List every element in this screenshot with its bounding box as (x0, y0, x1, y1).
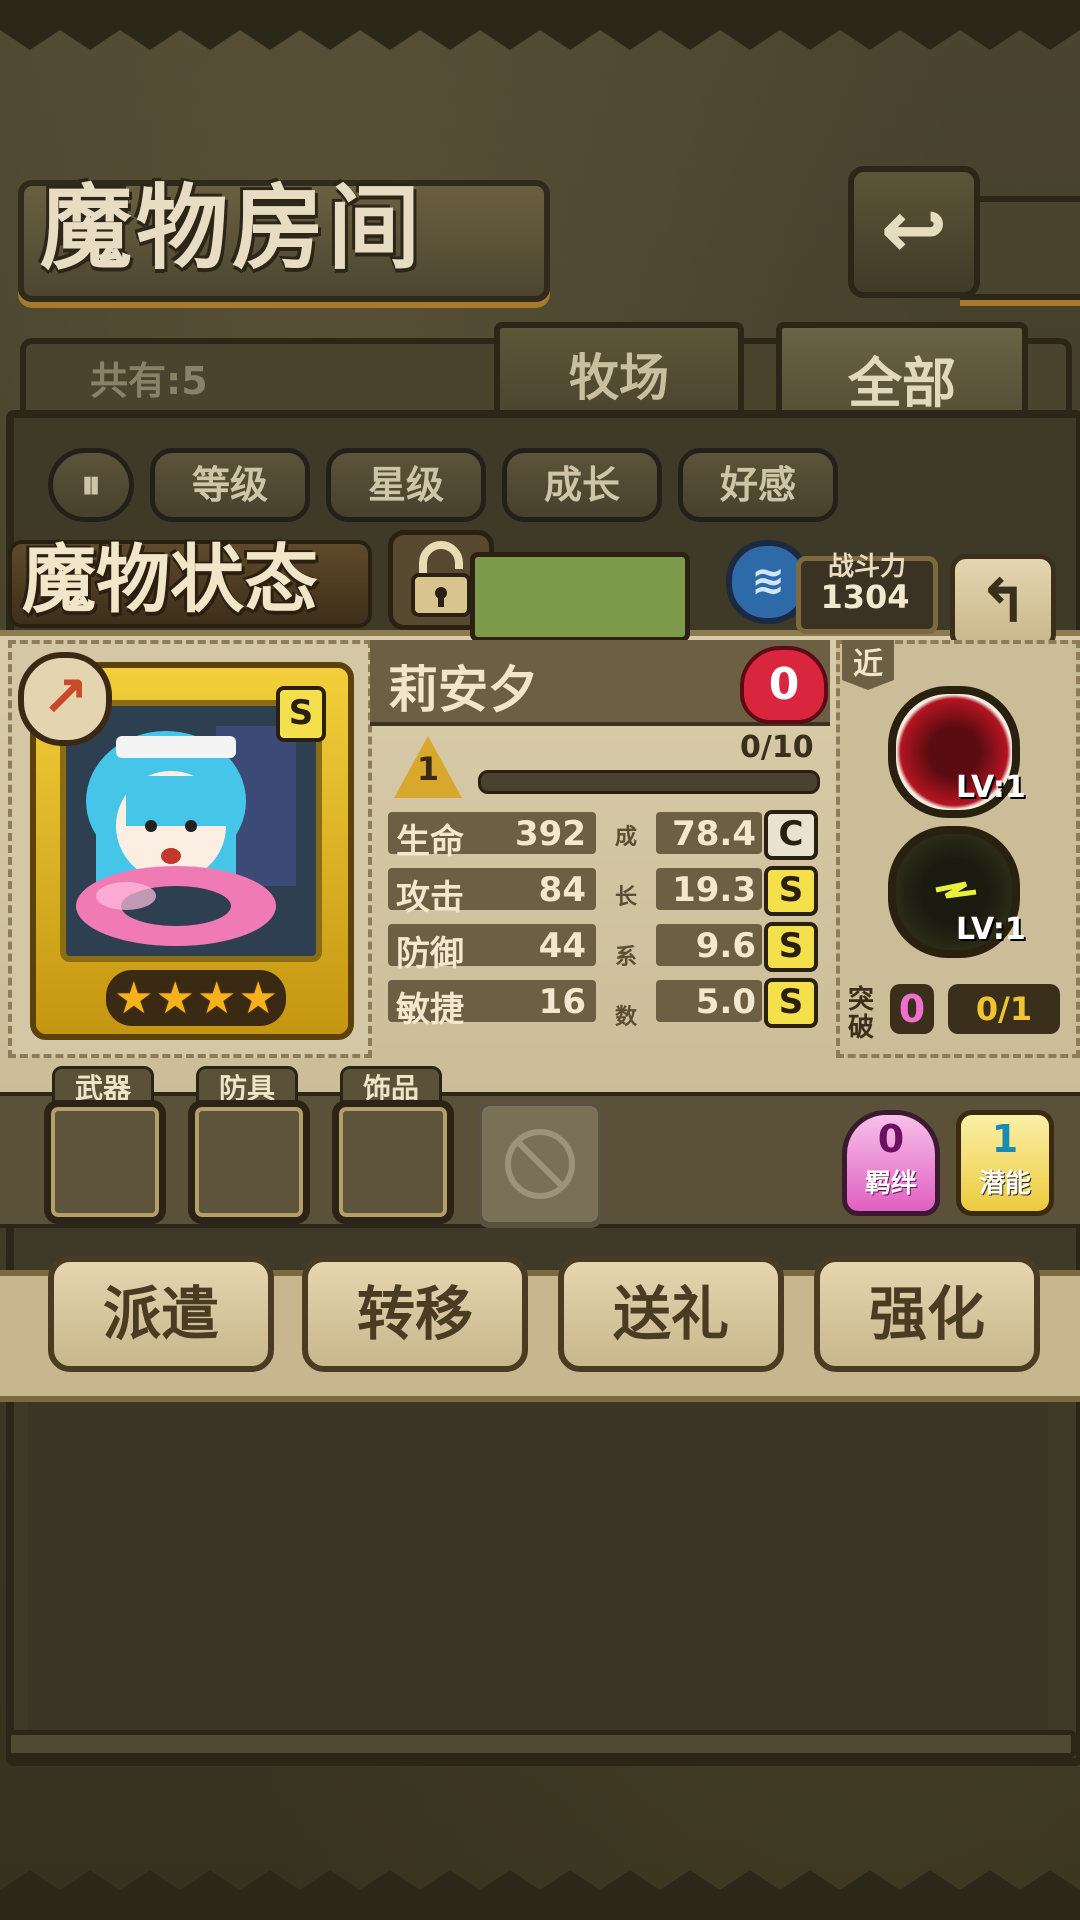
star-icon: ★ (114, 972, 154, 1024)
stat-value: 16 (538, 982, 586, 1022)
stat-name: 防御 (396, 934, 464, 974)
enhance-button[interactable]: 强化 (814, 1256, 1040, 1372)
locked-slot (476, 1100, 604, 1228)
power-value: 1304 (820, 578, 910, 616)
armor-slot[interactable] (188, 1100, 310, 1224)
potential-button[interactable]: 1 潜能 (956, 1110, 1054, 1216)
status-title: 魔物状态 (22, 537, 318, 623)
affection-heart: 0 (740, 646, 828, 724)
list-panel-bottom-rail (6, 1730, 1076, 1758)
weapon-slot[interactable] (44, 1100, 166, 1224)
grade-badge: S (764, 922, 818, 972)
star-icon: ★ (155, 972, 195, 1024)
stat-value: 44 (538, 926, 586, 966)
stat-name: 生命 (396, 822, 464, 862)
sort-level-button[interactable]: 等级 (150, 448, 310, 522)
stat-value: 84 (538, 870, 586, 910)
background-monster-card (470, 552, 690, 642)
page-title: 魔物房间 (40, 174, 425, 282)
monster-list-area[interactable] (28, 1400, 1048, 1730)
potential-label: 潜能 (978, 1169, 1031, 1199)
star-icon: ★ (238, 972, 278, 1024)
exp-text: 0/10 (740, 730, 814, 765)
prohibited-icon (505, 1129, 575, 1199)
exp-bar (478, 770, 820, 794)
grade-badge: S (764, 978, 818, 1028)
growth-label-char-3: 系 (614, 945, 637, 970)
growth-coefficient-label: 成 长 系 数 (614, 808, 638, 1048)
stat-value: 392 (515, 814, 586, 854)
breakthrough-progress: 0/1 (948, 984, 1060, 1034)
breakthrough-label: 突破 (848, 985, 875, 1043)
return-arrow-icon: ↩ (880, 183, 948, 276)
potential-count: 1 (991, 1117, 1019, 1161)
monster-count: 共有:5 (90, 359, 208, 403)
close-status-button[interactable]: ↰ (950, 554, 1056, 650)
stat-name: 攻击 (396, 878, 464, 918)
growth-label-char-4: 数 (614, 1005, 637, 1030)
growth-label-char-1: 成 (614, 825, 637, 850)
dispatch-button[interactable]: 派遣 (48, 1256, 274, 1372)
growth-value: 19.3 (672, 870, 756, 910)
stat-name: 敏捷 (396, 990, 464, 1030)
skill-2-level: LV:1 (956, 912, 1026, 947)
bottom-zigzag-border (0, 1870, 1080, 1920)
monster-type-badge: ↗ (18, 652, 112, 746)
bond-count: 0 (877, 1117, 905, 1161)
return-arrow-icon: ↰ (977, 567, 1029, 637)
breakthrough-count: 0 (890, 984, 934, 1034)
gift-button[interactable]: 送礼 (558, 1256, 784, 1372)
monster-name: 莉安夕 (388, 661, 538, 719)
level-value: 1 (416, 750, 440, 788)
sort-growth-button[interactable]: 成长 (502, 448, 662, 522)
sort-affection-button[interactable]: 好感 (678, 448, 838, 522)
growth-label-char-2: 长 (614, 885, 637, 910)
grade-badge: S (764, 866, 818, 916)
bond-label: 羁绊 (864, 1169, 917, 1199)
grade-badge: C (764, 810, 818, 860)
growth-value: 5.0 (695, 982, 756, 1022)
transfer-button[interactable]: 转移 (302, 1256, 528, 1372)
accessory-slot[interactable] (332, 1100, 454, 1224)
sort-order-toggle[interactable]: ⏸ (48, 448, 134, 522)
claw-type-icon: ↗ (41, 665, 89, 730)
skill-1-level: LV:1 (956, 770, 1026, 805)
sort-star-button[interactable]: 星级 (326, 448, 486, 522)
monster-illustration (76, 726, 296, 946)
star-rating: ★ ★ ★ ★ (106, 970, 286, 1026)
top-zigzag-border (0, 0, 1080, 50)
star-icon: ★ (197, 972, 237, 1024)
back-button[interactable]: ↩ (848, 166, 980, 298)
rank-badge: S (276, 686, 326, 742)
growth-value: 78.4 (672, 814, 756, 854)
bond-button[interactable]: 0 羁绊 (842, 1110, 940, 1216)
pause-toggle-icon: ⏸ (81, 462, 101, 508)
growth-value: 9.6 (695, 926, 756, 966)
range-tag: 近 (842, 640, 894, 690)
affection-count: 0 (768, 659, 800, 710)
